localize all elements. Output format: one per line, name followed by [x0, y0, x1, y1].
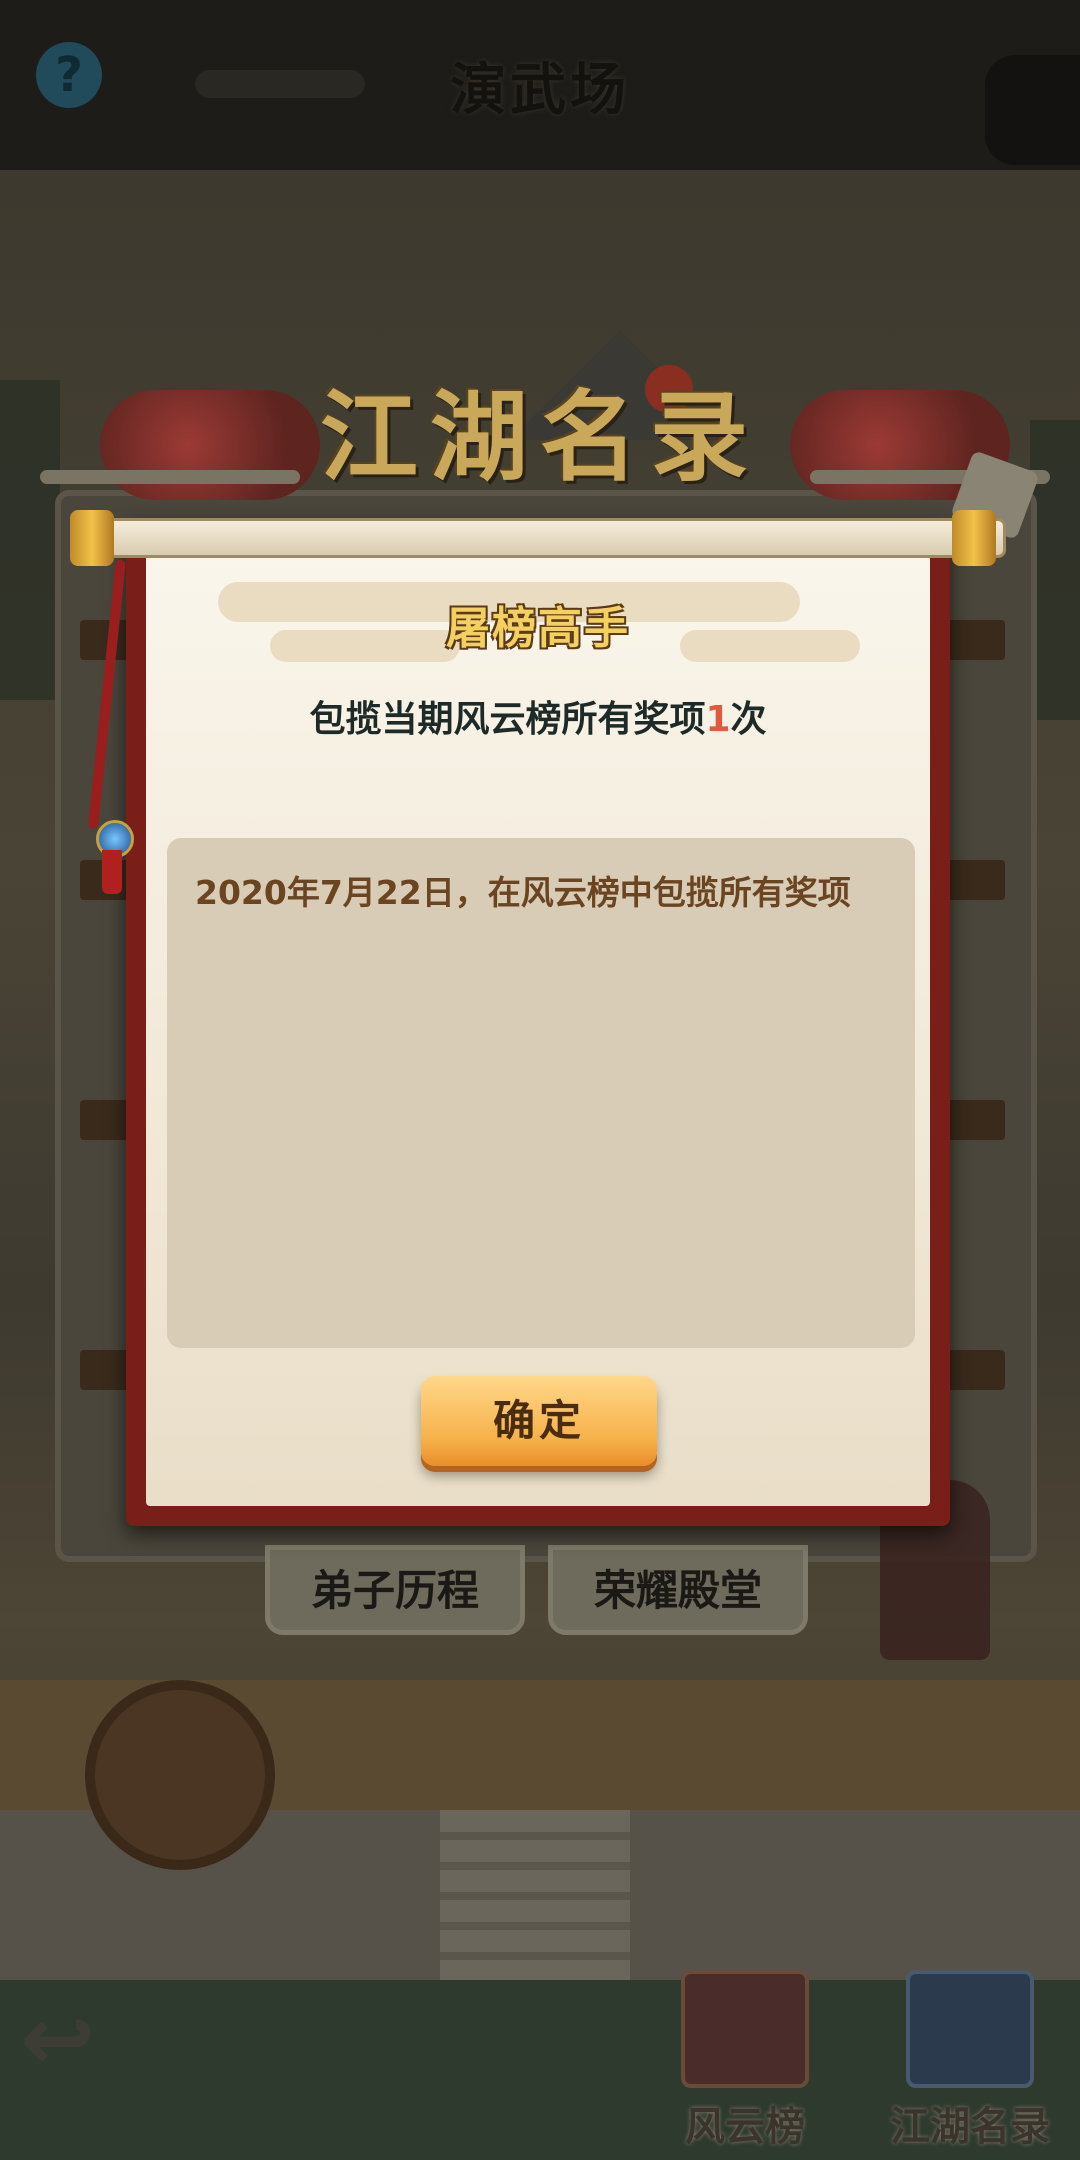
nav-jianghu-button[interactable]: 江湖名录 — [885, 1970, 1055, 2150]
dialog-heading: 屠榜高手 — [446, 603, 630, 654]
shelf — [945, 620, 1005, 660]
confirm-button[interactable]: 确定 — [421, 1376, 657, 1466]
subtitle-count: 1 — [705, 699, 731, 740]
tab-disciple-history[interactable]: 弟子历程 — [265, 1545, 525, 1635]
title-banner: 江湖名录 — [40, 330, 1050, 500]
record-list: 2020年7月22日，在风云榜中包揽所有奖项 — [167, 838, 915, 1348]
bamboo-right — [1030, 420, 1080, 720]
dialog-subtitle: 包揽当期风云榜所有奖项1次 — [126, 690, 950, 742]
nav-ranking-label: 风云榜 — [685, 2104, 805, 2150]
stairs — [440, 1810, 630, 1980]
bamboo-left — [0, 380, 60, 700]
nav-jianghu-label: 江湖名录 — [890, 2104, 1050, 2150]
shelf — [945, 1100, 1005, 1140]
ranking-scroll-icon — [681, 1970, 809, 2088]
record-item: 2020年7月22日，在风云榜中包揽所有奖项 — [195, 873, 851, 912]
subtitle-suffix: 次 — [730, 699, 767, 740]
subtitle-prefix: 包揽当期风云榜所有奖项 — [309, 699, 706, 740]
top-right-button[interactable] — [985, 55, 1080, 165]
scroll-rod-cap-left — [70, 510, 114, 566]
back-arrow-icon[interactable]: ↩ — [20, 1995, 130, 2085]
tassel — [102, 850, 122, 894]
scroll-rod-cap-right — [952, 510, 996, 566]
nav-ranking-button[interactable]: 风云榜 — [660, 1970, 830, 2150]
banner-title: 江湖名录 — [319, 380, 760, 495]
drum-icon — [85, 1680, 275, 1870]
scene-title: 演武场 — [450, 58, 630, 123]
book-icon — [906, 1970, 1034, 2088]
tab-hall-of-honor[interactable]: 荣耀殿堂 — [548, 1545, 808, 1635]
shelf — [945, 860, 1005, 900]
shelf — [945, 1350, 1005, 1390]
scroll-rod — [76, 518, 1006, 558]
